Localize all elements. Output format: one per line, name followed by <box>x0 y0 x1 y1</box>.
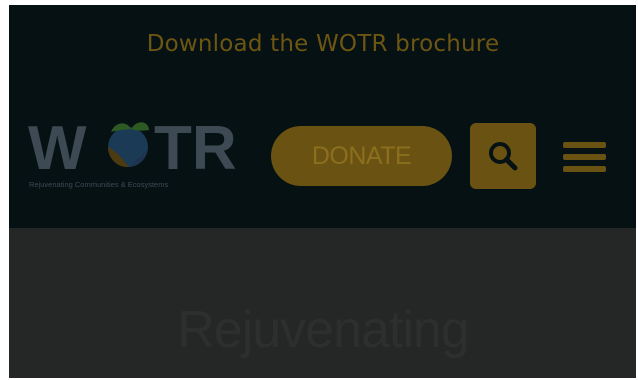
search-icon <box>489 142 518 171</box>
search-button[interactable] <box>470 123 536 189</box>
menu-button[interactable] <box>554 127 614 187</box>
hamburger-bar <box>562 154 606 160</box>
site-header: W TR Rejuvenating Communities & Ecosyste… <box>9 87 637 228</box>
logo-wordmark-tr: TR <box>154 114 237 176</box>
leaf-globe-icon <box>108 122 149 168</box>
hamburger-menu-icon <box>562 142 606 148</box>
logo-tagline: Rejuvenating Communities & Ecosystems <box>29 180 169 189</box>
hamburger-bar <box>562 166 606 172</box>
page-frame: Download the WOTR brochure W TR Rejuvena… <box>9 5 637 378</box>
wotr-logo[interactable]: W TR Rejuvenating Communities & Ecosyste… <box>28 114 254 196</box>
logo-wordmark-w: W <box>28 114 87 176</box>
hero-title: Rejuvenating <box>177 301 470 359</box>
logo-mark: W TR <box>28 114 237 176</box>
donate-button[interactable]: DONATE <box>271 126 452 186</box>
hero-section: Rejuvenating <box>9 228 637 378</box>
promo-banner: Download the WOTR brochure <box>9 5 637 87</box>
brochure-download-link[interactable]: Download the WOTR brochure <box>147 31 500 57</box>
